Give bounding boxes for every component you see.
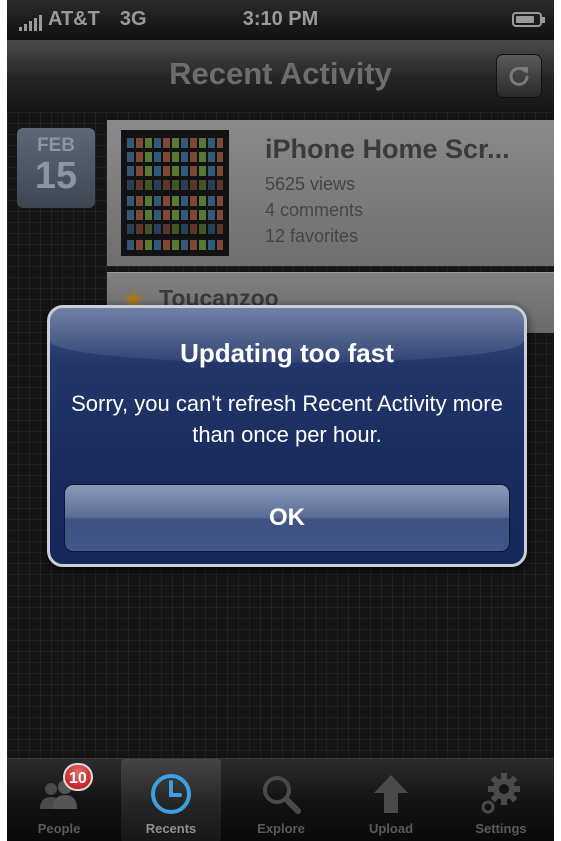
people-badge: 10	[63, 763, 93, 791]
page-title: Recent Activity	[169, 56, 392, 91]
date-month: FEB	[37, 135, 75, 156]
battery-icon	[512, 12, 545, 27]
photo-views: 5625 views	[265, 174, 356, 194]
tab-upload[interactable]: Upload	[341, 759, 441, 841]
tab-label: People	[37, 821, 81, 836]
photo-comments: 4 comments	[265, 200, 364, 220]
photo-title: iPhone Home Scr...	[265, 134, 510, 164]
ok-button[interactable]: OK	[64, 484, 510, 552]
status-time: 3:10 PM	[242, 8, 319, 30]
magnifier-icon	[263, 776, 301, 814]
clock-icon	[151, 774, 191, 814]
refresh-icon	[509, 66, 529, 86]
tab-recents[interactable]: Recents	[121, 759, 221, 841]
alert-message: Sorry, you can't refresh Recent Activity…	[71, 391, 503, 447]
alert-dialog: Updating too fast Sorry, you can't refre…	[47, 305, 527, 567]
tab-label: Explore	[257, 821, 305, 836]
tab-label: Upload	[368, 821, 414, 836]
photo-activity-row[interactable]: iPhone Home Scr... 5625 views 4 comments…	[107, 120, 554, 266]
alert-title: Updating too fast	[180, 338, 394, 368]
upload-arrow-icon	[374, 775, 408, 813]
tab-bar: 10 People Recents Explore Upload Setting…	[7, 758, 554, 841]
gear-icon	[481, 773, 520, 814]
tab-label: Settings	[475, 821, 527, 836]
date-day: 15	[34, 155, 78, 197]
photo-thumbnail	[121, 130, 229, 256]
refresh-button[interactable]	[496, 54, 542, 98]
tab-explore[interactable]: Explore	[231, 759, 331, 841]
navigation-bar: Recent Activity	[7, 40, 554, 113]
photo-favorites: 12 favorites	[265, 226, 359, 246]
status-bar: AT&T 3G 3:10 PM	[7, 0, 554, 40]
date-badge: FEB 15	[17, 128, 95, 208]
phone-screen: AT&T 3G 3:10 PM Recent Activity FEB 15 i…	[7, 0, 554, 841]
tab-settings[interactable]: Settings	[451, 759, 551, 841]
tab-label: Recents	[145, 821, 197, 836]
tab-people[interactable]: 10 People	[9, 759, 109, 841]
